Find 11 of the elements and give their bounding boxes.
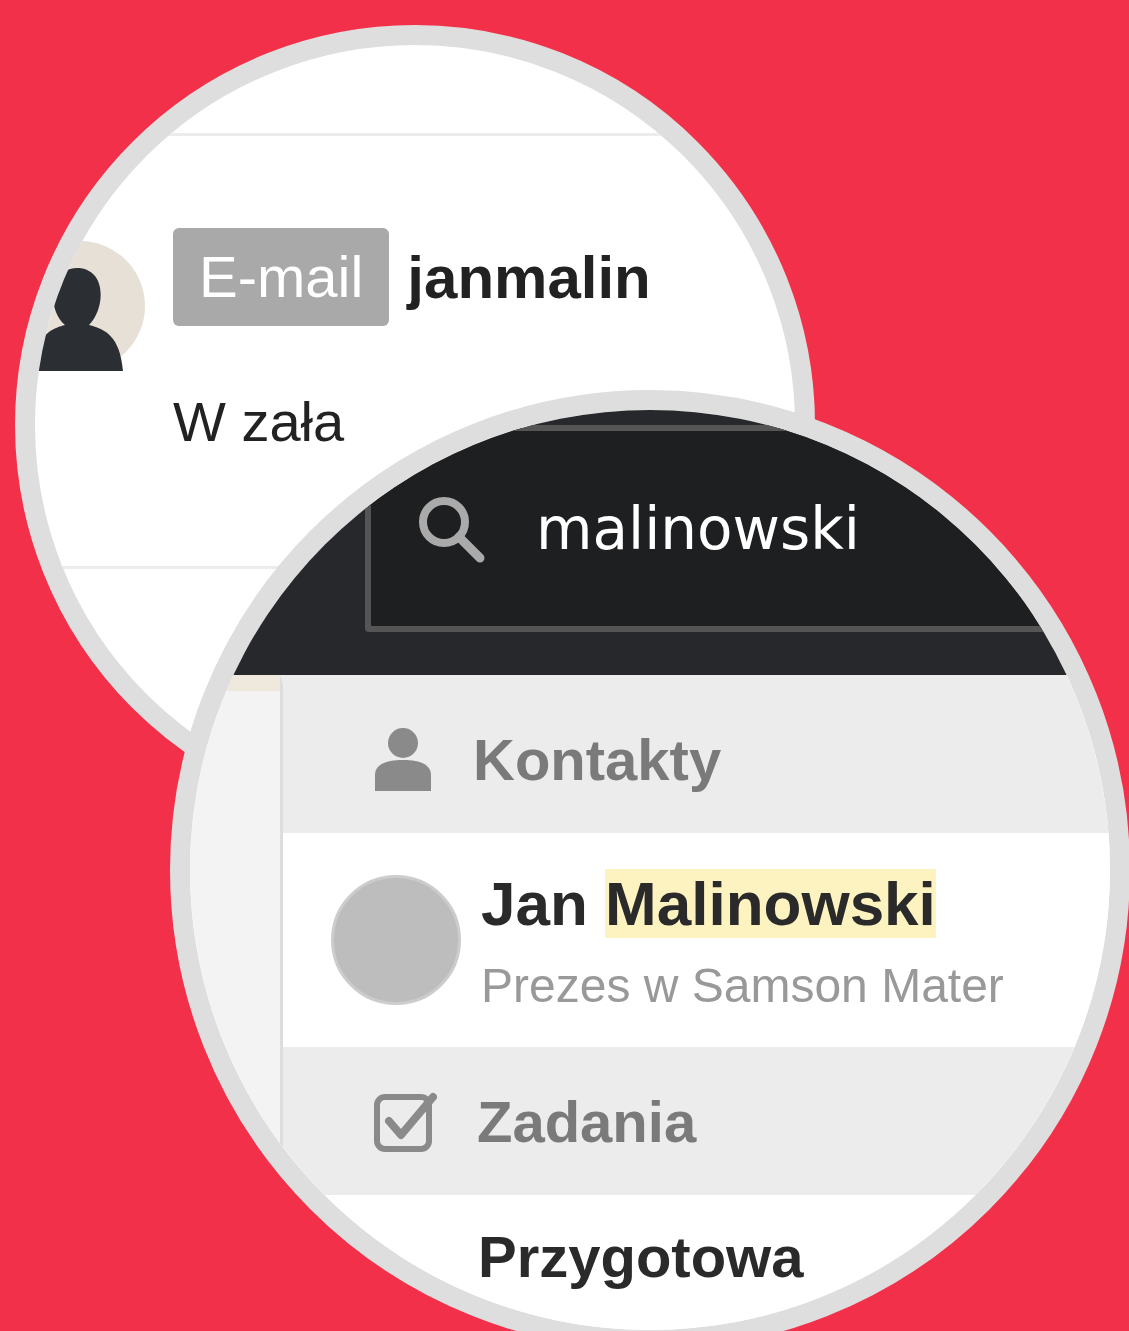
- section-title: Kontakty: [473, 725, 722, 793]
- contact-name: Jan Malinowski: [481, 867, 937, 940]
- contact-subtitle: Prezes w Samson Mater: [481, 957, 1004, 1013]
- person-icon: [373, 727, 433, 791]
- result-item[interactable]: Jan Malinowski Prezes w Samson Mater: [283, 833, 1110, 1047]
- message-text: W zała: [173, 391, 346, 453]
- result-item[interactable]: Przygotowa: [283, 1195, 1110, 1290]
- label-badge: E-mail: [173, 228, 390, 326]
- section-title: Zadania: [477, 1087, 697, 1155]
- email-address: janmalin: [407, 242, 651, 312]
- search-input[interactable]: malinowski: [536, 494, 916, 563]
